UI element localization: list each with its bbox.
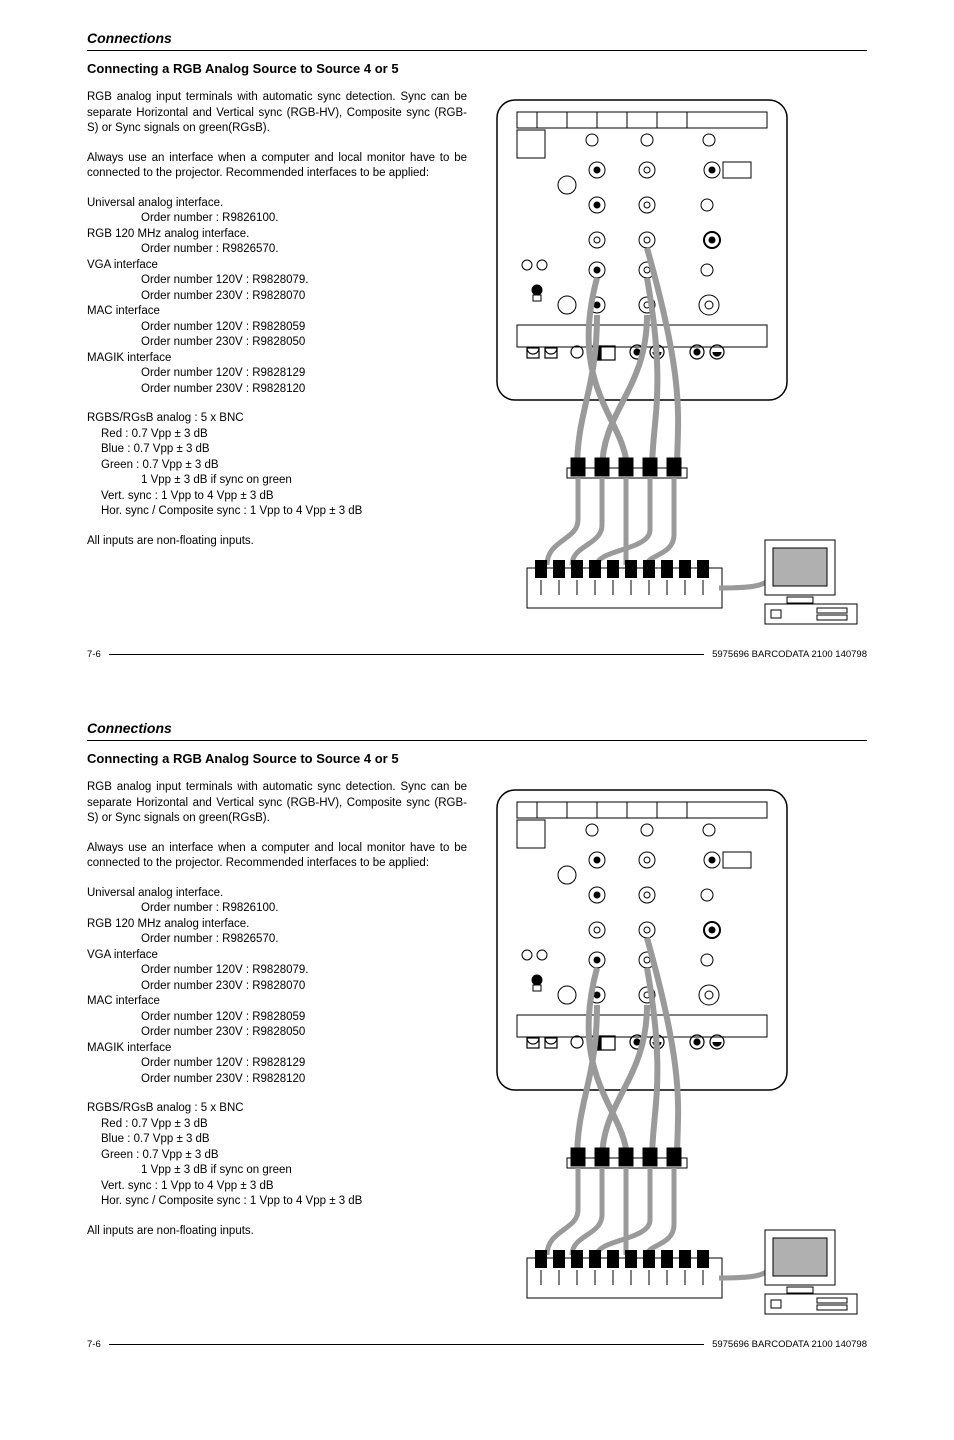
footer-rule-icon <box>109 1344 704 1345</box>
iface-universal-order: Order number : R9826100. <box>87 901 467 917</box>
page-title: Connecting a RGB Analog Source to Source… <box>87 751 867 766</box>
page-footer: 7-6 5975696 BARCODATA 2100 140798 <box>87 1339 867 1350</box>
sig-blue: Blue : 0.7 Vpp ± 3 dB <box>87 1132 467 1148</box>
iface-mac: MAC interface <box>87 994 467 1010</box>
page-1: Connections Connecting a RGB Analog Sour… <box>87 30 867 660</box>
interface-list: Universal analog interface. Order number… <box>87 886 467 1088</box>
page-number: 7-6 <box>87 1339 109 1350</box>
sig-green: Green : 0.7 Vpp ± 3 dB <box>87 1148 467 1164</box>
diagram-column <box>487 90 867 633</box>
sig-red: Red : 0.7 Vpp ± 3 dB <box>87 427 467 443</box>
sig-green: Green : 0.7 Vpp ± 3 dB <box>87 458 467 474</box>
iface-rgb120: RGB 120 MHz analog interface. <box>87 227 467 243</box>
iface-universal: Universal analog interface. <box>87 196 467 212</box>
text-column: RGB analog input terminals with automati… <box>87 780 467 1323</box>
page-2: Connections Connecting a RGB Analog Sour… <box>87 720 867 1350</box>
sig-vsync: Vert. sync : 1 Vpp to 4 Vpp ± 3 dB <box>87 489 467 505</box>
iface-universal: Universal analog interface. <box>87 886 467 902</box>
iface-vga: VGA interface <box>87 948 467 964</box>
iface-vga-order1: Order number 120V : R9828079. <box>87 273 467 289</box>
connection-diagram-icon <box>487 780 867 1320</box>
iface-magik: MAGIK interface <box>87 351 467 367</box>
iface-mac: MAC interface <box>87 304 467 320</box>
iface-magik-order1: Order number 120V : R9828129 <box>87 366 467 382</box>
intro-para-2: Always use an interface when a computer … <box>87 841 467 872</box>
section-header: Connections <box>87 30 867 51</box>
iface-mac-order2: Order number 230V : R9828050 <box>87 1025 467 1041</box>
iface-magik-order2: Order number 230V : R9828120 <box>87 382 467 398</box>
diagram-column <box>487 780 867 1323</box>
document-id: 5975696 BARCODATA 2100 140798 <box>704 1339 867 1350</box>
sig-blue: Blue : 0.7 Vpp ± 3 dB <box>87 442 467 458</box>
iface-magik-order1: Order number 120V : R9828129 <box>87 1056 467 1072</box>
page-title: Connecting a RGB Analog Source to Source… <box>87 61 867 76</box>
sig-red: Red : 0.7 Vpp ± 3 dB <box>87 1117 467 1133</box>
iface-magik: MAGIK interface <box>87 1041 467 1057</box>
inputs-note: All inputs are non-floating inputs. <box>87 1224 467 1240</box>
inputs-note: All inputs are non-floating inputs. <box>87 534 467 550</box>
iface-rgb120: RGB 120 MHz analog interface. <box>87 917 467 933</box>
iface-magik-order2: Order number 230V : R9828120 <box>87 1072 467 1088</box>
connection-diagram-icon <box>487 90 867 630</box>
sig-green-sync: 1 Vpp ± 3 dB if sync on green <box>87 1163 467 1179</box>
intro-para-1: RGB analog input terminals with automati… <box>87 780 467 827</box>
signal-spec-block: RGBS/RGsB analog : 5 x BNC Red : 0.7 Vpp… <box>87 1101 467 1210</box>
sig-hsync: Hor. sync / Composite sync : 1 Vpp to 4 … <box>87 504 467 520</box>
text-column: RGB analog input terminals with automati… <box>87 90 467 633</box>
sig-vsync: Vert. sync : 1 Vpp to 4 Vpp ± 3 dB <box>87 1179 467 1195</box>
content-row: RGB analog input terminals with automati… <box>87 90 867 633</box>
sig-header: RGBS/RGsB analog : 5 x BNC <box>87 1101 467 1117</box>
section-header: Connections <box>87 720 867 741</box>
page-footer: 7-6 5975696 BARCODATA 2100 140798 <box>87 649 867 660</box>
intro-para-1: RGB analog input terminals with automati… <box>87 90 467 137</box>
iface-vga-order2: Order number 230V : R9828070 <box>87 289 467 305</box>
footer-rule-icon <box>109 654 704 655</box>
iface-universal-order: Order number : R9826100. <box>87 211 467 227</box>
iface-mac-order1: Order number 120V : R9828059 <box>87 1010 467 1026</box>
iface-vga-order1: Order number 120V : R9828079. <box>87 963 467 979</box>
iface-rgb120-order: Order number : R9826570. <box>87 242 467 258</box>
sig-hsync: Hor. sync / Composite sync : 1 Vpp to 4 … <box>87 1194 467 1210</box>
sig-green-sync: 1 Vpp ± 3 dB if sync on green <box>87 473 467 489</box>
document-id: 5975696 BARCODATA 2100 140798 <box>704 649 867 660</box>
page-number: 7-6 <box>87 649 109 660</box>
signal-spec-block: RGBS/RGsB analog : 5 x BNC Red : 0.7 Vpp… <box>87 411 467 520</box>
iface-rgb120-order: Order number : R9826570. <box>87 932 467 948</box>
content-row: RGB analog input terminals with automati… <box>87 780 867 1323</box>
interface-list: Universal analog interface. Order number… <box>87 196 467 398</box>
sig-header: RGBS/RGsB analog : 5 x BNC <box>87 411 467 427</box>
iface-vga-order2: Order number 230V : R9828070 <box>87 979 467 995</box>
iface-mac-order1: Order number 120V : R9828059 <box>87 320 467 336</box>
iface-vga: VGA interface <box>87 258 467 274</box>
intro-para-2: Always use an interface when a computer … <box>87 151 467 182</box>
iface-mac-order2: Order number 230V : R9828050 <box>87 335 467 351</box>
